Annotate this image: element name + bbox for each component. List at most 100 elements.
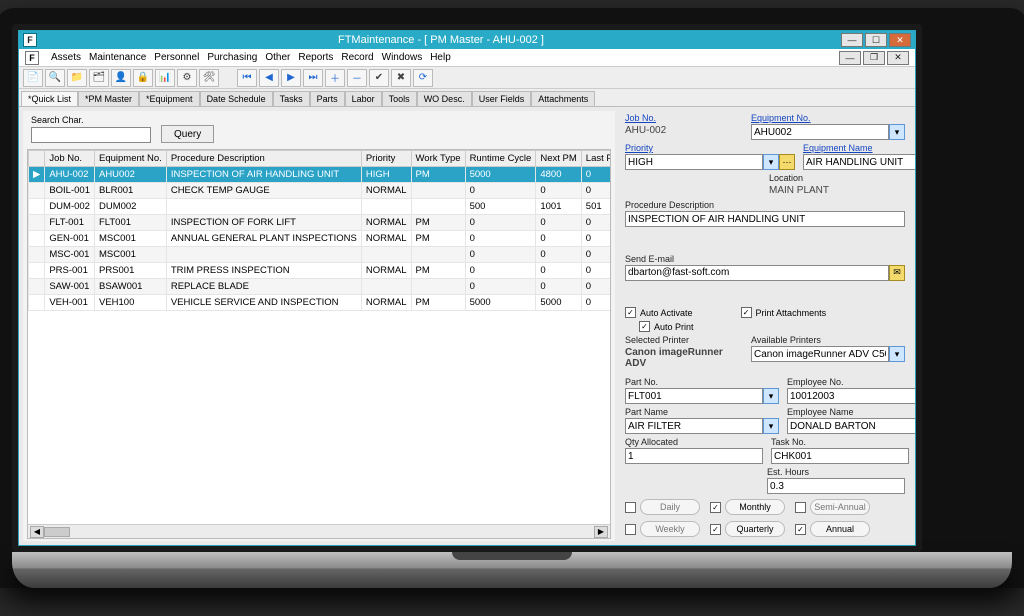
tab-equipment[interactable]: *Equipment <box>139 91 200 106</box>
auto-print-checkbox[interactable]: ✓ <box>639 321 650 332</box>
nav-refresh-icon[interactable]: ⟳ <box>413 69 433 87</box>
nav-last-icon[interactable]: ⏭ <box>303 69 323 87</box>
menu-purchasing[interactable]: Purchasing <box>207 52 257 63</box>
tab-wo-desc[interactable]: WO Desc. <box>417 91 472 106</box>
nav-next-icon[interactable]: ▶ <box>281 69 301 87</box>
column-header[interactable]: Work Type <box>411 151 465 167</box>
avail-printer-dropdown-icon[interactable]: ▾ <box>889 346 905 362</box>
scroll-left-icon[interactable]: ◀ <box>30 526 44 538</box>
toolbar-btn-3[interactable]: 📁 <box>67 69 87 87</box>
part-name-dropdown-icon[interactable]: ▾ <box>763 418 779 434</box>
semi-annual-checkbox[interactable] <box>795 502 806 513</box>
priority-aux-icon[interactable]: ⋯ <box>779 154 795 170</box>
tab-labor[interactable]: Labor <box>345 91 382 106</box>
priority-label[interactable]: Priority <box>625 143 795 153</box>
toolbar-btn-2[interactable]: 🔍 <box>45 69 65 87</box>
menu-other[interactable]: Other <box>265 52 290 63</box>
emp-name-input[interactable] <box>787 418 915 434</box>
tab-date-schedule[interactable]: Date Schedule <box>200 91 273 106</box>
titlebar[interactable]: F FTMaintenance - [ PM Master - AHU-002 … <box>19 31 915 49</box>
weekly-button[interactable]: Weekly <box>640 521 700 537</box>
maximize-button[interactable]: ☐ <box>865 33 887 47</box>
menu-assets[interactable]: Assets <box>51 52 81 63</box>
equip-name-label[interactable]: Equipment Name <box>803 143 915 153</box>
job-no-label[interactable]: Job No. <box>625 113 743 123</box>
monthly-button[interactable]: Monthly <box>725 499 785 515</box>
tab-parts[interactable]: Parts <box>310 91 345 106</box>
equip-name-input[interactable] <box>803 154 915 170</box>
table-row[interactable]: ▶AHU-002AHU002INSPECTION OF AIR HANDLING… <box>29 167 612 183</box>
nav-cancel-icon[interactable]: ✖ <box>391 69 411 87</box>
column-header[interactable]: Runtime Cycle <box>465 151 536 167</box>
monthly-checkbox[interactable]: ✓ <box>710 502 721 513</box>
part-no-dropdown-icon[interactable]: ▾ <box>763 388 779 404</box>
priority-dropdown-icon[interactable]: ▾ <box>763 154 779 170</box>
auto-activate-checkbox[interactable]: ✓ <box>625 307 636 318</box>
menu-maintenance[interactable]: Maintenance <box>89 52 146 63</box>
app-menu-icon[interactable]: F <box>25 51 39 65</box>
menu-reports[interactable]: Reports <box>298 52 333 63</box>
minimize-button[interactable]: — <box>841 33 863 47</box>
table-row[interactable]: FLT-001FLT001INSPECTION OF FORK LIFTNORM… <box>29 215 612 231</box>
query-button[interactable]: Query <box>161 125 214 143</box>
search-input[interactable] <box>31 127 151 143</box>
table-row[interactable]: PRS-001PRS001TRIM PRESS INSPECTIONNORMAL… <box>29 263 612 279</box>
toolbar-btn-1[interactable]: 📄 <box>23 69 43 87</box>
tab-user-fields[interactable]: User Fields <box>472 91 532 106</box>
table-row[interactable]: SAW-001BSAW001REPLACE BLADE0000 <box>29 279 612 295</box>
menu-windows[interactable]: Windows <box>382 52 423 63</box>
column-header[interactable]: Equipment No. <box>94 151 166 167</box>
table-row[interactable]: GEN-001MSC001ANNUAL GENERAL PLANT INSPEC… <box>29 231 612 247</box>
scroll-thumb[interactable] <box>44 527 70 537</box>
annual-checkbox[interactable]: ✓ <box>795 524 806 535</box>
tab-tools[interactable]: Tools <box>382 91 417 106</box>
priority-input[interactable] <box>625 154 763 170</box>
nav-prev-icon[interactable]: ◀ <box>259 69 279 87</box>
tab-tasks[interactable]: Tasks <box>273 91 310 106</box>
menu-personnel[interactable]: Personnel <box>154 52 199 63</box>
equip-no-label[interactable]: Equipment No. <box>751 113 905 123</box>
table-row[interactable]: VEH-001VEH100VEHICLE SERVICE AND INSPECT… <box>29 295 612 311</box>
tab-pm-master[interactable]: *PM Master <box>78 91 139 106</box>
email-send-icon[interactable]: ✉ <box>889 265 905 281</box>
proc-desc-input[interactable] <box>625 211 905 227</box>
mdi-restore-button[interactable]: ❐ <box>863 51 885 65</box>
nav-first-icon[interactable]: ⏮ <box>237 69 257 87</box>
column-header[interactable]: Job No. <box>45 151 95 167</box>
email-input[interactable] <box>625 265 889 281</box>
equip-no-input[interactable] <box>751 124 889 140</box>
qty-input[interactable] <box>625 448 763 464</box>
column-header[interactable]: Priority <box>361 151 411 167</box>
equip-no-dropdown-icon[interactable]: ▾ <box>889 124 905 140</box>
mdi-minimize-button[interactable]: — <box>839 51 861 65</box>
part-name-input[interactable] <box>625 418 763 434</box>
weekly-checkbox[interactable] <box>625 524 636 535</box>
results-grid[interactable]: Job No.Equipment No.Procedure Descriptio… <box>27 149 611 539</box>
daily-checkbox[interactable] <box>625 502 636 513</box>
toolbar-btn-7[interactable]: 📊 <box>155 69 175 87</box>
mdi-close-button[interactable]: ✕ <box>887 51 909 65</box>
horizontal-scrollbar[interactable]: ◀ ▶ <box>28 524 610 538</box>
column-header[interactable]: Last PM <box>581 151 611 167</box>
table-row[interactable]: DUM-002DUM00250010015010 <box>29 199 612 215</box>
menu-record[interactable]: Record <box>341 52 373 63</box>
toolbar-btn-8[interactable]: ⚙ <box>177 69 197 87</box>
menu-help[interactable]: Help <box>430 52 451 63</box>
avail-printer-input[interactable] <box>751 346 889 362</box>
close-button[interactable]: ✕ <box>889 33 911 47</box>
tab-quick-list[interactable]: *Quick List <box>21 91 78 106</box>
task-no-input[interactable] <box>771 448 909 464</box>
table-row[interactable]: MSC-001MSC0010000 <box>29 247 612 263</box>
nav-delete-icon[interactable]: － <box>347 69 367 87</box>
emp-no-input[interactable] <box>787 388 915 404</box>
column-header[interactable]: Next PM <box>536 151 581 167</box>
est-hours-input[interactable] <box>767 478 905 494</box>
nav-add-icon[interactable]: ＋ <box>325 69 345 87</box>
semi-annual-button[interactable]: Semi-Annual <box>810 499 870 515</box>
toolbar-btn-5[interactable]: 👤 <box>111 69 131 87</box>
print-attachments-checkbox[interactable]: ✓ <box>741 307 752 318</box>
toolbar-btn-6[interactable]: 🔒 <box>133 69 153 87</box>
table-row[interactable]: BOIL-001BLR001CHECK TEMP GAUGENORMAL0000 <box>29 183 612 199</box>
part-no-input[interactable] <box>625 388 763 404</box>
quarterly-checkbox[interactable]: ✓ <box>710 524 721 535</box>
